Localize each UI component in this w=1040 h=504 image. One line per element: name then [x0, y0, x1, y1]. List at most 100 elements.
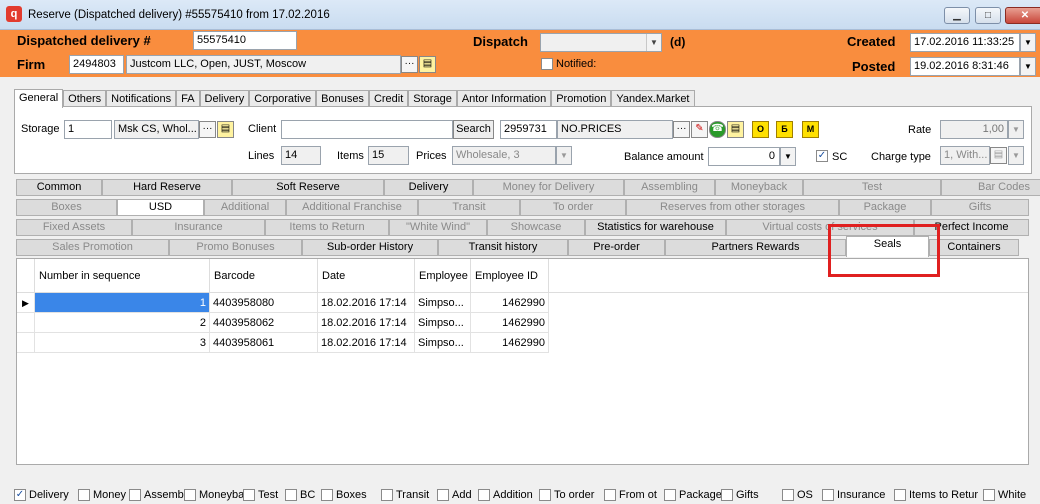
checkbox[interactable]: [604, 489, 616, 501]
cell-employee[interactable]: Simpso...: [415, 313, 471, 333]
checkbox[interactable]: [78, 489, 90, 501]
tab-delivery-sub[interactable]: Delivery: [384, 179, 473, 196]
tab-delivery[interactable]: Delivery: [199, 90, 250, 107]
tab-additional-franchise[interactable]: Additional Franchise: [286, 199, 418, 216]
checkbox[interactable]: [285, 489, 297, 501]
filter-white[interactable]: White: [983, 489, 1026, 501]
cell-barcode[interactable]: 4403958062: [210, 313, 318, 333]
checkbox[interactable]: ✓: [14, 489, 26, 501]
client-code-field[interactable]: 2959731: [500, 120, 557, 139]
dispatched-number-field[interactable]: 55575410: [193, 31, 297, 50]
cell-employee-id[interactable]: 1462990: [471, 333, 549, 353]
client-search-button[interactable]: Search: [453, 120, 494, 139]
checkbox[interactable]: [184, 489, 196, 501]
cell-date[interactable]: 18.02.2016 17:14: [318, 333, 415, 353]
checkbox[interactable]: [664, 489, 676, 501]
filter-delivery[interactable]: ✓ Delivery: [14, 489, 69, 501]
tab-sub-order-history[interactable]: Sub-order History: [302, 239, 438, 256]
b-button[interactable]: Б: [776, 121, 793, 138]
column-header-employee[interactable]: Employee: [415, 259, 471, 293]
table-row[interactable]: 2 4403958062 18.02.2016 17:14 Simpso... …: [17, 313, 549, 333]
filter-gifts[interactable]: Gifts: [721, 489, 759, 501]
tab-pre-order[interactable]: Pre-order: [568, 239, 665, 256]
tab-fa[interactable]: FA: [176, 90, 200, 107]
filter-os[interactable]: OS: [782, 489, 813, 501]
client-card-icon[interactable]: ▤: [727, 121, 744, 138]
tab-white-wind[interactable]: "White Wind": [389, 219, 487, 236]
table-row[interactable]: 3 4403958061 18.02.2016 17:14 Simpso... …: [17, 333, 549, 353]
created-datetime-field[interactable]: 17.02.2016 11:33:25: [910, 33, 1020, 52]
m-button[interactable]: М: [802, 121, 819, 138]
column-header-employee-id[interactable]: Employee ID: [471, 259, 549, 293]
client-browse-button[interactable]: ···: [673, 121, 690, 138]
cell-employee-id[interactable]: 1462990: [471, 293, 549, 313]
tab-common[interactable]: Common: [16, 179, 102, 196]
checkbox[interactable]: [437, 489, 449, 501]
phone-icon[interactable]: ☎: [709, 121, 726, 138]
tab-transit[interactable]: Transit: [418, 199, 520, 216]
filter-add[interactable]: Add: [437, 489, 472, 501]
firm-browse-button[interactable]: ···: [401, 56, 418, 73]
tab-to-order[interactable]: To order: [520, 199, 626, 216]
checkbox[interactable]: [894, 489, 906, 501]
tab-transit-history[interactable]: Transit history: [438, 239, 568, 256]
cell-date[interactable]: 18.02.2016 17:14: [318, 313, 415, 333]
cell-number[interactable]: 2: [35, 313, 210, 333]
checkbox[interactable]: [129, 489, 141, 501]
cell-employee[interactable]: Simpso...: [415, 333, 471, 353]
charge-dropdown-button[interactable]: ▼: [1008, 146, 1024, 165]
tab-boxes[interactable]: Boxes: [16, 199, 117, 216]
o-button[interactable]: О: [752, 121, 769, 138]
filter-from-other[interactable]: From ot: [604, 489, 657, 501]
filter-moneyba[interactable]: Moneyba: [184, 489, 244, 501]
tab-containers[interactable]: Containers: [929, 239, 1019, 256]
tab-package[interactable]: Package: [839, 199, 931, 216]
tab-sales-promotion[interactable]: Sales Promotion: [16, 239, 169, 256]
tab-soft-reserve[interactable]: Soft Reserve: [232, 179, 384, 196]
filter-to-order[interactable]: To order: [539, 489, 594, 501]
checkbox[interactable]: [721, 489, 733, 501]
filter-items-to-return[interactable]: Items to Retur: [894, 489, 978, 501]
cell-number[interactable]: 3: [35, 333, 210, 353]
tab-reserves-other-storages[interactable]: Reserves from other storages: [626, 199, 839, 216]
minimize-button[interactable]: ▁: [944, 7, 970, 24]
tab-others[interactable]: Others: [63, 90, 107, 107]
tab-partners-rewards[interactable]: Partners Rewards: [665, 239, 846, 256]
tab-credit[interactable]: Credit: [368, 90, 409, 107]
tab-promo-bonuses[interactable]: Promo Bonuses: [169, 239, 302, 256]
checkbox[interactable]: [381, 489, 393, 501]
tab-storage[interactable]: Storage: [408, 90, 457, 107]
prices-dropdown-button[interactable]: ▼: [556, 146, 572, 165]
dispatch-select[interactable]: ▼: [540, 33, 662, 52]
tab-hard-reserve[interactable]: Hard Reserve: [102, 179, 232, 196]
cell-date[interactable]: 18.02.2016 17:14: [318, 293, 415, 313]
tab-showcase[interactable]: Showcase: [487, 219, 585, 236]
tab-assembling[interactable]: Assembling: [624, 179, 715, 196]
storage-card-icon[interactable]: ▤: [217, 121, 234, 138]
column-header-barcode[interactable]: Barcode: [210, 259, 318, 293]
cell-employee-id[interactable]: 1462990: [471, 313, 549, 333]
checkbox[interactable]: [321, 489, 333, 501]
storage-code-field[interactable]: 1: [64, 120, 112, 139]
tab-insurance[interactable]: Insurance: [132, 219, 265, 236]
filter-assemb[interactable]: Assemb: [129, 489, 184, 501]
cell-barcode[interactable]: 4403958080: [210, 293, 318, 313]
sc-checkbox[interactable]: ✓: [816, 150, 828, 162]
tab-additional[interactable]: Additional: [204, 199, 286, 216]
checkbox[interactable]: [243, 489, 255, 501]
storage-browse-button[interactable]: ···: [199, 121, 216, 138]
tab-moneyback[interactable]: Moneyback: [715, 179, 803, 196]
checkbox[interactable]: [983, 489, 995, 501]
cell-employee[interactable]: Simpso...: [415, 293, 471, 313]
tab-general[interactable]: General: [14, 89, 64, 108]
close-button[interactable]: ✕: [1005, 7, 1040, 24]
filter-insurance[interactable]: Insurance: [822, 489, 885, 501]
balance-dropdown-button[interactable]: ▼: [780, 147, 796, 166]
posted-dropdown-button[interactable]: ▼: [1020, 57, 1036, 76]
tab-items-to-return[interactable]: Items to Return: [265, 219, 389, 236]
column-header-date[interactable]: Date: [318, 259, 415, 293]
tab-money-for-delivery[interactable]: Money for Delivery: [473, 179, 624, 196]
filter-money[interactable]: Money: [78, 489, 126, 501]
tab-fixed-assets[interactable]: Fixed Assets: [16, 219, 132, 236]
checkbox[interactable]: [782, 489, 794, 501]
